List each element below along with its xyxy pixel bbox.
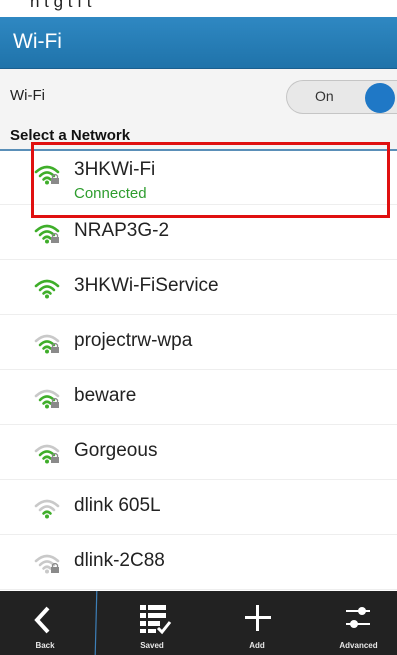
top-cropped-strip: n t g t f t <box>0 0 397 17</box>
saved-list-icon <box>140 605 172 635</box>
toggle-knob[interactable] <box>365 83 395 113</box>
saved-label: Saved <box>140 641 164 650</box>
connection-status: Connected <box>74 185 147 202</box>
network-list: 3HKWi-Fi Connected NRAP3G-2 3HKWi-FiService… <box>0 151 397 591</box>
network-item[interactable]: Gorgeous <box>0 426 397 480</box>
network-item[interactable]: 3HKWi-Fi Connected <box>0 151 397 205</box>
network-name: 3HKWi-Fi <box>74 159 156 180</box>
wifi-signal-icon <box>34 554 60 574</box>
section-header-label: Select a Network <box>10 127 131 144</box>
title-bar: Wi-Fi <box>0 17 397 69</box>
advanced-button[interactable]: Advanced <box>320 591 397 655</box>
wifi-signal-icon <box>34 334 60 354</box>
network-name: NRAP3G-2 <box>74 220 170 241</box>
add-label: Add <box>249 641 265 650</box>
network-name: 3HKWi-FiService <box>74 275 219 296</box>
wifi-signal-icon <box>34 279 60 299</box>
back-label: Back <box>35 641 55 650</box>
network-item[interactable]: NRAP3G-2 <box>0 206 397 260</box>
wifi-toggle-label: Wi-Fi <box>10 87 45 104</box>
bottom-action-bar: Back Saved Add Advanced <box>0 591 397 655</box>
cropped-text: n t g t f t <box>30 0 92 11</box>
saved-button[interactable]: Saved <box>92 591 212 655</box>
advanced-label: Advanced <box>339 641 378 650</box>
back-chevron-icon <box>34 606 50 634</box>
network-item[interactable]: 3HKWi-FiService <box>0 261 397 315</box>
network-item[interactable]: dlink-2C88 <box>0 536 397 590</box>
page-title: Wi-Fi <box>13 30 62 53</box>
wifi-signal-icon <box>34 444 60 464</box>
network-name: dlink 605L <box>74 495 161 516</box>
wifi-signal-icon <box>34 165 60 185</box>
wifi-signal-icon <box>34 389 60 409</box>
network-name: dlink-2C88 <box>74 550 165 571</box>
back-button[interactable]: Back <box>0 591 90 655</box>
section-header: Select a Network <box>0 125 397 151</box>
wifi-toggle-switch[interactable]: On <box>286 80 397 114</box>
network-name: beware <box>74 385 137 406</box>
bar-divider <box>94 591 98 655</box>
network-item[interactable]: projectrw-wpa <box>0 316 397 370</box>
toggle-state-label: On <box>315 88 334 104</box>
sliders-icon <box>346 607 370 628</box>
network-name: projectrw-wpa <box>74 330 193 351</box>
network-name: Gorgeous <box>74 440 158 461</box>
wifi-toggle-row: Wi-Fi On <box>0 69 397 126</box>
network-item[interactable]: beware <box>0 371 397 425</box>
wifi-signal-icon <box>34 499 60 519</box>
network-item[interactable]: dlink 605L <box>0 481 397 535</box>
plus-icon <box>245 605 271 631</box>
wifi-signal-icon <box>34 224 60 244</box>
add-button[interactable]: Add <box>212 591 302 655</box>
